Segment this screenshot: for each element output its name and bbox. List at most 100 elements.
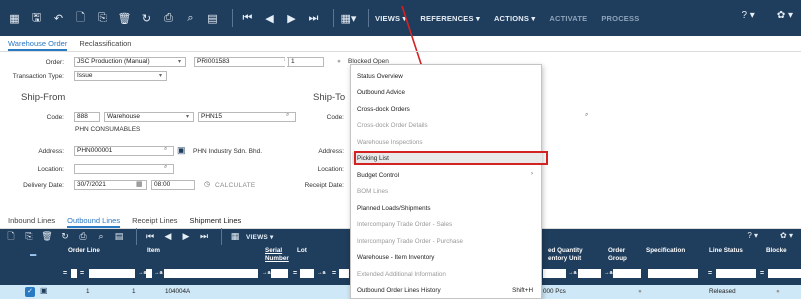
filter-operator[interactable]: →a xyxy=(568,270,577,276)
search-icon[interactable]: ⌕ xyxy=(94,230,108,244)
location-field[interactable] xyxy=(74,164,174,174)
filter-field[interactable] xyxy=(543,269,566,278)
menu-item-cross-dock-order-details: Cross-dock Order Details xyxy=(357,122,428,129)
next-record-icon[interactable]: ▶ xyxy=(179,230,193,244)
filter-operator[interactable]: = xyxy=(760,270,764,277)
code-label: Code: xyxy=(46,114,64,121)
menu-item-planned-loads-shipments[interactable]: Planned Loads/Shipments xyxy=(357,205,431,212)
text-icon[interactable]: ▤ xyxy=(112,230,126,244)
col-specification[interactable]: Specification xyxy=(646,247,685,255)
col-lot[interactable]: Lot xyxy=(297,247,307,255)
code-type-field[interactable]: Warehouse xyxy=(104,112,194,122)
address-detail-icon[interactable]: ▣ xyxy=(177,145,186,156)
lines-toolbar-right: ? ▾ ✿ ▾ xyxy=(747,231,793,240)
order-sequence-field[interactable]: 1 xyxy=(288,57,324,67)
menu-item-outbound-advice[interactable]: Outbound Advice xyxy=(357,89,405,96)
order-number-field[interactable]: PRI001583 xyxy=(194,57,296,67)
filter-field[interactable] xyxy=(271,269,288,278)
menu-item-budget-control[interactable]: Budget Control xyxy=(357,172,399,179)
clock-icon[interactable]: ◷ xyxy=(204,180,210,188)
tab-reclassification[interactable]: Reclassification xyxy=(79,36,131,51)
col-order-group[interactable]: Order xyxy=(608,247,625,255)
filter-field[interactable] xyxy=(89,269,135,278)
filter-field[interactable] xyxy=(613,269,641,278)
filter-field[interactable] xyxy=(716,269,756,278)
calendar-icon[interactable]: ▦ xyxy=(228,230,242,244)
shortcut-label: Shift+H xyxy=(512,287,533,294)
lookup-icon[interactable]: ⌕ xyxy=(164,146,167,153)
col-order-line[interactable]: Order Line xyxy=(68,247,100,255)
lookup-icon[interactable]: ⌕ xyxy=(164,164,167,171)
col-line-status[interactable]: Line Status xyxy=(709,247,743,255)
col-quantity[interactable]: ed Quantity xyxy=(548,247,583,255)
separator xyxy=(221,228,222,246)
filter-operator[interactable]: →a xyxy=(317,270,326,276)
duplicate-icon[interactable]: ⎘ xyxy=(22,230,36,244)
tab-outbound-lines[interactable]: Outbound Lines xyxy=(67,215,121,228)
warehouse-code-field[interactable]: PHN15 xyxy=(198,112,296,122)
filter-field[interactable] xyxy=(578,269,601,278)
submenu-arrow-icon: › xyxy=(531,171,533,177)
location-label: Location: xyxy=(37,166,64,173)
annotation-highlight-box xyxy=(354,151,548,165)
row-checkbox[interactable]: ✓ xyxy=(25,287,35,297)
chevron-down-icon[interactable]: ▾ xyxy=(186,113,189,120)
first-record-icon[interactable]: ⏮ xyxy=(143,230,157,244)
delete-icon[interactable]: 🗑 xyxy=(40,230,54,244)
settings-icon[interactable]: ✿ ▾ xyxy=(780,231,793,240)
col-blocked[interactable]: Blocke xyxy=(766,247,787,255)
menu-item-intercompany-sales: Intercompany Trade Order - Sales xyxy=(357,221,453,228)
menu-item-status-overview[interactable]: Status Overview xyxy=(357,73,403,80)
menu-item-outbound-order-lines-history[interactable]: Outbound Order Lines History xyxy=(357,287,441,294)
new-line-icon[interactable]: 🗋 xyxy=(4,230,18,244)
lines-menu-views[interactable]: VIEWS ▾ xyxy=(246,233,273,241)
cell-sequence: 1 xyxy=(132,288,136,295)
ship-to-heading: Ship-To xyxy=(313,92,346,103)
print-icon[interactable]: ⎙ xyxy=(76,230,90,244)
code-field[interactable]: 888 xyxy=(74,112,100,122)
filter-field[interactable] xyxy=(339,269,349,278)
last-record-icon[interactable]: ⏭ xyxy=(197,230,211,244)
filter-operator[interactable]: = xyxy=(63,270,67,277)
filter-field[interactable] xyxy=(648,269,698,278)
col-item[interactable]: Item xyxy=(147,247,160,255)
tab-receipt-lines[interactable]: Receipt Lines xyxy=(132,215,177,228)
lookup-icon[interactable]: ⌕ xyxy=(585,112,588,119)
transaction-type-field[interactable]: Issue xyxy=(74,71,167,81)
filter-field[interactable] xyxy=(164,269,258,278)
transaction-type-label: Transaction Type: xyxy=(12,73,64,80)
refresh-icon[interactable]: ↻ xyxy=(58,230,72,244)
receipt-date-label: Receipt Date: xyxy=(304,182,344,189)
calendar-icon[interactable]: ▦ xyxy=(136,180,143,188)
cell-line-status: Released xyxy=(709,288,736,295)
filter-operator[interactable]: = xyxy=(708,270,712,277)
filter-operator[interactable]: = xyxy=(332,270,336,277)
previous-record-icon[interactable]: ◀ xyxy=(161,230,175,244)
row-detail-icon[interactable]: ▣ xyxy=(40,286,48,295)
menu-item-warehouse-item-inventory[interactable]: Warehouse - Item Inventory xyxy=(357,254,434,261)
filter-field[interactable] xyxy=(768,269,801,278)
lookup-icon[interactable]: ⌕ xyxy=(286,112,289,119)
tab-warehouse-order[interactable]: Warehouse Order xyxy=(8,36,68,51)
tab-inbound-lines[interactable]: Inbound Lines xyxy=(8,215,55,228)
delivery-time-field[interactable]: 08:00 xyxy=(151,180,195,190)
address-field[interactable]: PHN000001 xyxy=(74,146,174,156)
filter-operator[interactable]: →a xyxy=(604,270,613,276)
menu-item-cross-dock-orders[interactable]: Cross-dock Orders xyxy=(357,106,410,113)
filter-operator[interactable]: = xyxy=(293,270,297,277)
help-icon[interactable]: ? ▾ xyxy=(747,231,758,240)
filter-operator[interactable]: = xyxy=(80,270,84,277)
spacer xyxy=(285,57,287,67)
filter-field[interactable] xyxy=(146,269,152,278)
tab-shipment-lines[interactable]: Shipment Lines xyxy=(190,215,242,228)
ship-from-heading: Ship-From xyxy=(21,92,66,103)
order-type-field[interactable]: JSC Production (Manual) xyxy=(74,57,186,67)
chevron-down-icon[interactable]: ▾ xyxy=(178,58,181,65)
row-menu-icon[interactable]: ▬ xyxy=(30,251,36,259)
filter-operator[interactable]: →a xyxy=(262,270,271,276)
filter-operator[interactable]: →a xyxy=(154,270,163,276)
filter-field[interactable] xyxy=(71,269,77,278)
chevron-down-icon[interactable]: ▾ xyxy=(159,72,162,79)
col-serial[interactable]: Serial xyxy=(265,247,282,255)
filter-field[interactable] xyxy=(300,269,314,278)
